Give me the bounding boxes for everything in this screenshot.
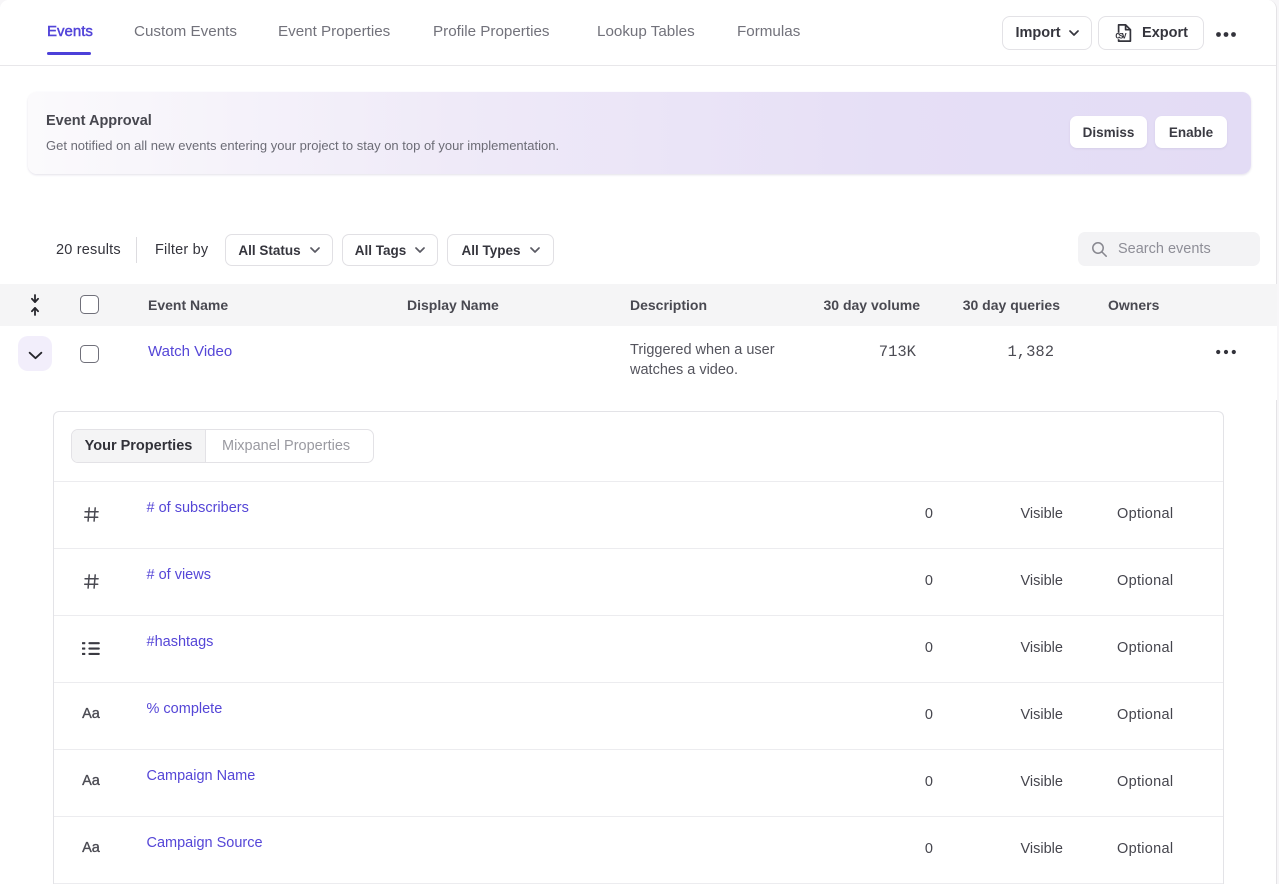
svg-text:CSV: CSV — [1115, 33, 1127, 41]
